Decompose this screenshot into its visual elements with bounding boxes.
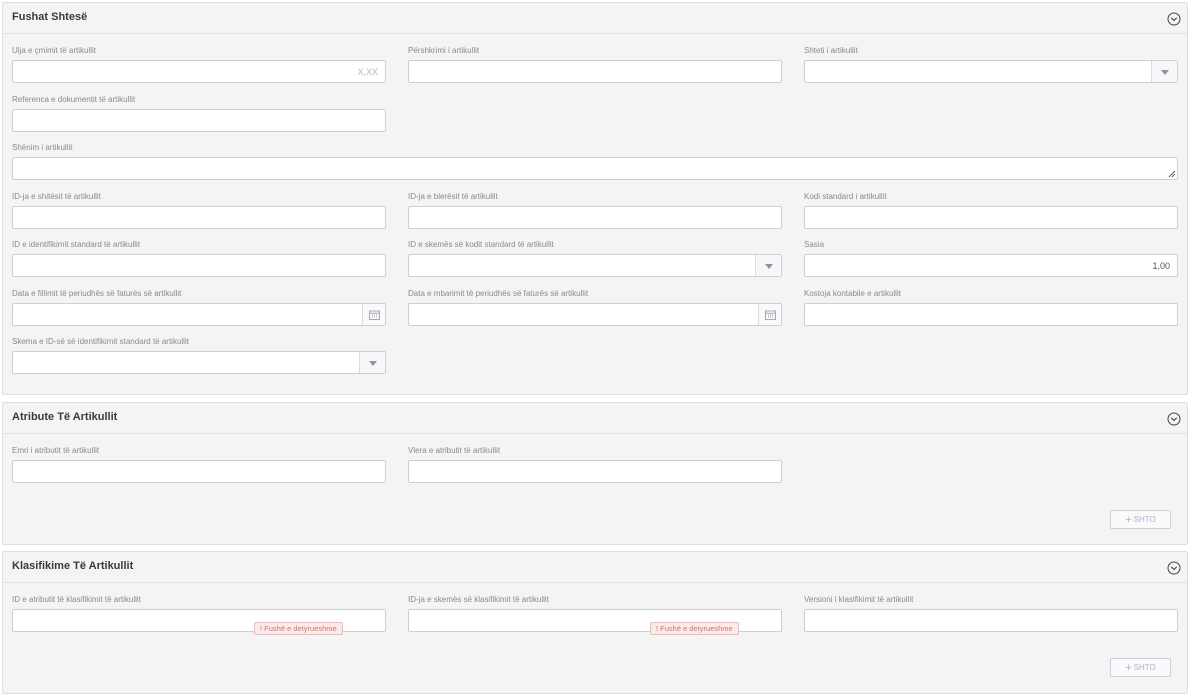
additional-fields-section: Fushat Shtesë Ulja e çmimit të artikulli… [2, 2, 1188, 395]
chevron-down-icon[interactable] [1167, 12, 1181, 26]
attr-value-label: Vlera e atributit të artikullit [408, 446, 501, 455]
caret-down-icon [369, 361, 377, 366]
period-end-calendar-button[interactable] [758, 304, 781, 325]
seller-id-label: ID-ja e shitësit të artikullit [12, 192, 101, 201]
item-attributes-section: Atribute Të Artikullit Emri i atributit … [2, 402, 1188, 545]
add-classification-label: SHTO [1133, 663, 1156, 672]
chevron-down-icon[interactable] [1167, 561, 1181, 575]
calendar-icon [765, 310, 776, 320]
accounting-cost-input[interactable] [804, 303, 1178, 326]
standard-code-label: Kodi standard i artikullit [804, 192, 887, 201]
id-scheme-label: Skema e ID-së së identifikimit standard … [12, 337, 189, 346]
class-attr-id-label: ID e atributit të klasifikimit të artiku… [12, 595, 141, 604]
description-label: Përshkrimi i artikullit [408, 46, 480, 55]
attr-value-input[interactable] [408, 460, 782, 483]
section-header[interactable]: Klasifikime Të Artikullit [3, 552, 1187, 583]
section-title: Fushat Shtesë [12, 11, 88, 23]
attr-name-label: Emri i atributit të artikullit [12, 446, 100, 455]
standard-id-label: ID e identifikimit standard të artikulli… [12, 240, 141, 249]
period-end-label: Data e mbarimit të periudhës së faturës … [408, 289, 589, 298]
country-dropdown-button[interactable] [1151, 61, 1177, 82]
add-classification-button[interactable]: + SHTO [1110, 658, 1171, 677]
buyer-id-input[interactable] [408, 206, 782, 229]
add-attribute-label: SHTO [1133, 515, 1156, 524]
caret-down-icon [1161, 70, 1169, 75]
caret-down-icon [765, 264, 773, 269]
period-end-date-input[interactable] [408, 303, 782, 326]
section-header[interactable]: Atribute Të Artikullit [3, 403, 1187, 434]
note-textarea[interactable] [12, 157, 1178, 180]
country-label: Shteti i artikullit [804, 46, 858, 55]
required-field-badge: ! Fushë e detyrueshme [254, 622, 343, 635]
section-header[interactable]: Fushat Shtesë [3, 3, 1187, 34]
class-version-label: Versioni i klasifikimit të artikullit [804, 595, 914, 604]
add-attribute-button[interactable]: + SHTO [1110, 510, 1171, 529]
standard-code-input[interactable] [804, 206, 1178, 229]
chevron-down-icon[interactable] [1167, 412, 1181, 426]
standard-scheme-label: ID e skemës së kodit standard të artikul… [408, 240, 554, 249]
attr-name-input[interactable] [12, 460, 386, 483]
required-field-badge: ! Fushë e detyrueshme [650, 622, 739, 635]
class-version-input[interactable] [804, 609, 1178, 632]
quantity-input[interactable]: 1,00 [804, 254, 1178, 277]
plus-icon: + [1125, 514, 1132, 526]
doc-reference-label: Referenca e dokumentit të artikullit [12, 95, 136, 104]
standard-id-input[interactable] [12, 254, 386, 277]
resize-grip-icon[interactable] [1168, 170, 1176, 178]
period-start-calendar-button[interactable] [362, 304, 385, 325]
section-title: Atribute Të Artikullit [12, 411, 118, 423]
country-select[interactable] [804, 60, 1178, 83]
buyer-id-label: ID-ja e blerësit të artikullit [408, 192, 498, 201]
quantity-value: 1,00 [1152, 261, 1170, 271]
section-title: Klasifikime Të Artikullit [12, 560, 134, 572]
seller-id-input[interactable] [12, 206, 386, 229]
period-start-date-input[interactable] [12, 303, 386, 326]
standard-scheme-dropdown-button[interactable] [755, 255, 781, 276]
plus-icon: + [1125, 662, 1132, 674]
id-scheme-dropdown-button[interactable] [359, 352, 385, 373]
price-discount-placeholder: X,XX [357, 67, 378, 77]
price-discount-label: Ulja e çmimit të artikullit [12, 46, 97, 55]
description-input[interactable] [408, 60, 782, 83]
period-start-label: Data e fillimit të periudhës së faturës … [12, 289, 182, 298]
note-label: Shënim i artikullit [12, 143, 73, 152]
calendar-icon [369, 310, 380, 320]
item-classifications-section: Klasifikime Të Artikullit ID e atributit… [2, 551, 1188, 694]
id-scheme-select[interactable] [12, 351, 386, 374]
standard-scheme-select[interactable] [408, 254, 782, 277]
class-scheme-id-label: ID-ja e skemës së klasifikimit të artiku… [408, 595, 549, 604]
quantity-label: Sasia [804, 240, 825, 249]
price-discount-input[interactable]: X,XX [12, 60, 386, 83]
accounting-cost-label: Kostoja kontabile e artikullit [804, 289, 901, 298]
doc-reference-input[interactable] [12, 109, 386, 132]
